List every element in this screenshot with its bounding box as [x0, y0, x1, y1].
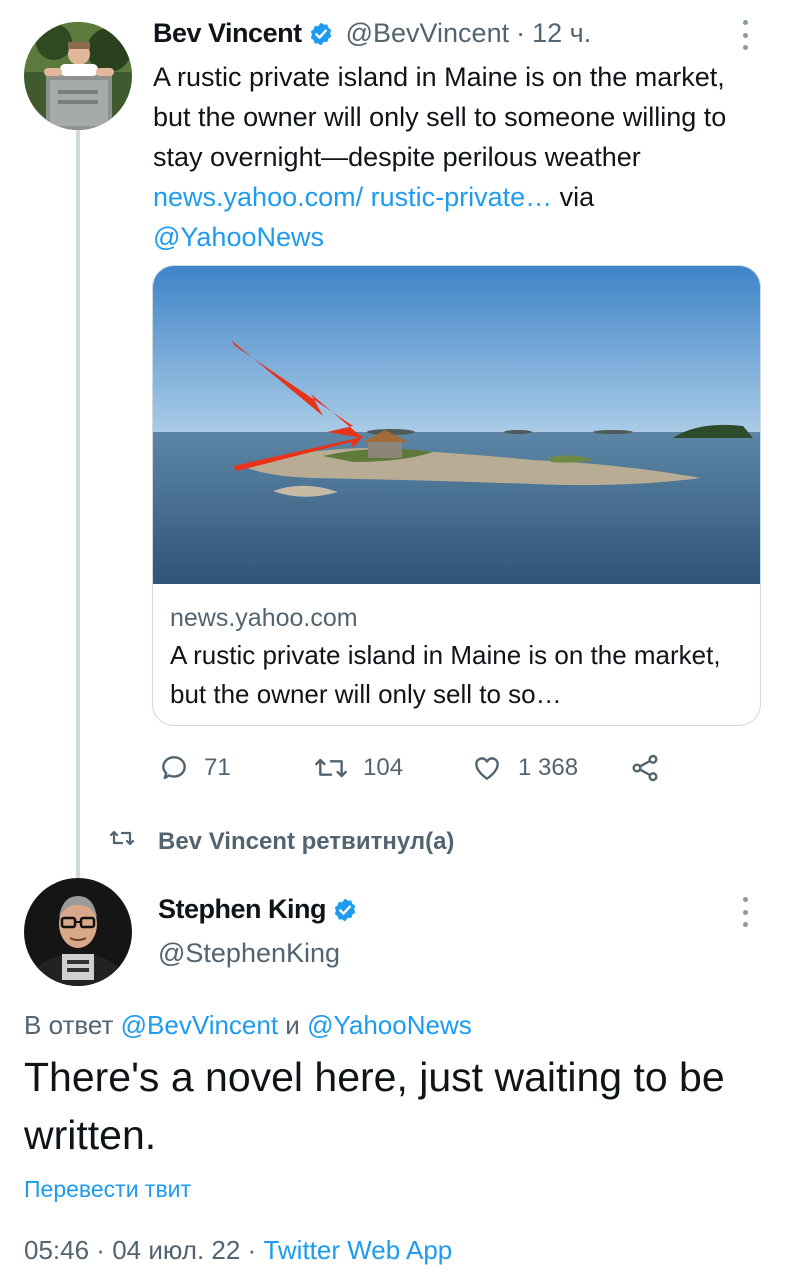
- author-handle[interactable]: @BevVincent: [346, 18, 510, 49]
- main-tweet-text: There's a novel here, just waiting to be…: [24, 1054, 725, 1158]
- like-button[interactable]: 1 368: [470, 748, 578, 788]
- tweet-time[interactable]: 12 ч.: [532, 18, 591, 49]
- translate-link[interactable]: Перевести твит: [24, 1176, 191, 1203]
- reply-button[interactable]: 71: [158, 748, 231, 788]
- verified-badge-icon: [308, 21, 334, 47]
- avatar[interactable]: [24, 22, 132, 130]
- retweet-button[interactable]: 104: [313, 748, 403, 788]
- share-button[interactable]: [628, 748, 662, 788]
- author-handle[interactable]: @StephenKing: [158, 938, 340, 969]
- tweet-source[interactable]: Twitter Web App: [263, 1235, 452, 1265]
- reply-prefix: В ответ: [24, 1010, 121, 1040]
- reply-mention[interactable]: @BevVincent: [121, 1010, 278, 1040]
- card-title: A rustic private island in Maine is on t…: [170, 640, 721, 709]
- reply-and: и: [278, 1010, 308, 1040]
- tweet-time[interactable]: 05:46: [24, 1235, 89, 1265]
- verified-badge-icon: [332, 897, 358, 923]
- mention-link[interactable]: @YahooNews: [153, 222, 324, 252]
- meta-separator: ·: [89, 1235, 113, 1265]
- tweet-actions: 71 104 1 368: [158, 748, 678, 788]
- retweet-indicator-icon: [108, 826, 158, 857]
- tweet-date[interactable]: 04 июл. 22: [112, 1235, 240, 1265]
- like-count: 1 368: [518, 754, 579, 781]
- more-options-icon[interactable]: [735, 897, 755, 927]
- thread-line: [76, 128, 80, 880]
- retweet-icon: [313, 752, 349, 784]
- via-text: via: [552, 182, 595, 212]
- retweet-count: 104: [363, 754, 404, 781]
- more-options-icon[interactable]: [735, 20, 755, 50]
- author-line: Stephen King: [158, 894, 358, 925]
- tweet-body: A rustic private island in Maine is on t…: [153, 62, 727, 172]
- card-image: [153, 266, 760, 584]
- retweet-indicator[interactable]: Bev Vincent ретвитнул(а): [108, 826, 454, 857]
- reply-context: В ответ @BevVincent и @YahooNews: [24, 1010, 472, 1041]
- tweet-link[interactable]: news.yahoo.com/ rustic-private…: [153, 182, 552, 212]
- card-domain: news.yahoo.com: [170, 604, 358, 632]
- author-line: Bev Vincent @BevVincent · 12 ч.: [153, 18, 591, 49]
- reply-icon: [158, 752, 190, 784]
- author-name[interactable]: Bev Vincent: [153, 18, 302, 49]
- retweet-indicator-text: Bev Vincent ретвитнул(а): [158, 827, 455, 855]
- reply-count: 71: [204, 754, 231, 781]
- link-card[interactable]: news.yahoo.com A rustic private island i…: [152, 265, 761, 726]
- separator-dot: ·: [516, 18, 526, 48]
- tweet-meta: 05:46 · 04 июл. 22 · Twitter Web App: [24, 1235, 452, 1266]
- author-name[interactable]: Stephen King: [158, 894, 327, 925]
- tweet-text: A rustic private island in Maine is on t…: [153, 57, 763, 257]
- share-icon: [628, 752, 662, 784]
- meta-separator: ·: [240, 1235, 264, 1265]
- heart-icon: [470, 752, 504, 784]
- avatar[interactable]: [24, 878, 132, 986]
- reply-mention[interactable]: @YahooNews: [307, 1010, 472, 1040]
